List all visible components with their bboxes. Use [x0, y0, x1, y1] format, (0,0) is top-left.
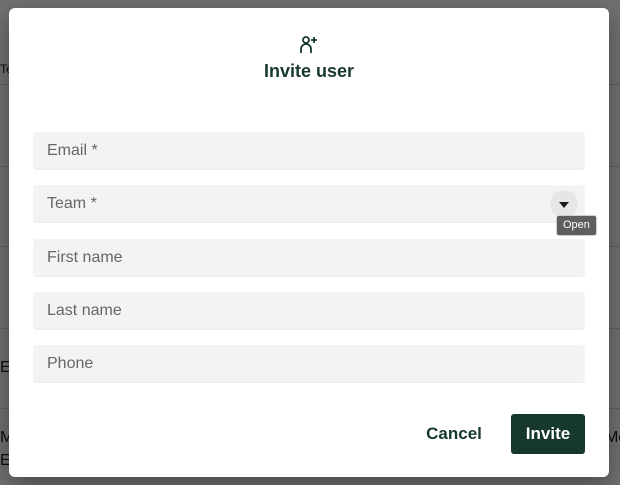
phone-field[interactable]: [33, 345, 585, 383]
person-add-icon: [299, 35, 319, 55]
dialog-title: Invite user: [263, 61, 355, 81]
caret-down-icon: [559, 195, 569, 213]
last-name-input[interactable]: [33, 292, 585, 329]
last-name-field[interactable]: [33, 292, 585, 330]
first-name-field[interactable]: [33, 239, 585, 277]
team-input[interactable]: [33, 185, 585, 222]
invite-user-dialog: Invite user Cancel Invite: [9, 8, 609, 477]
email-field[interactable]: [33, 132, 585, 170]
open-tooltip: Open: [556, 215, 597, 236]
invite-button[interactable]: Invite: [511, 414, 585, 454]
phone-input[interactable]: [33, 345, 585, 382]
email-input[interactable]: [33, 132, 585, 169]
cancel-button[interactable]: Cancel: [413, 414, 495, 454]
first-name-input[interactable]: [33, 239, 585, 276]
team-dropdown-open-button[interactable]: [550, 190, 578, 218]
team-select[interactable]: [33, 185, 585, 223]
